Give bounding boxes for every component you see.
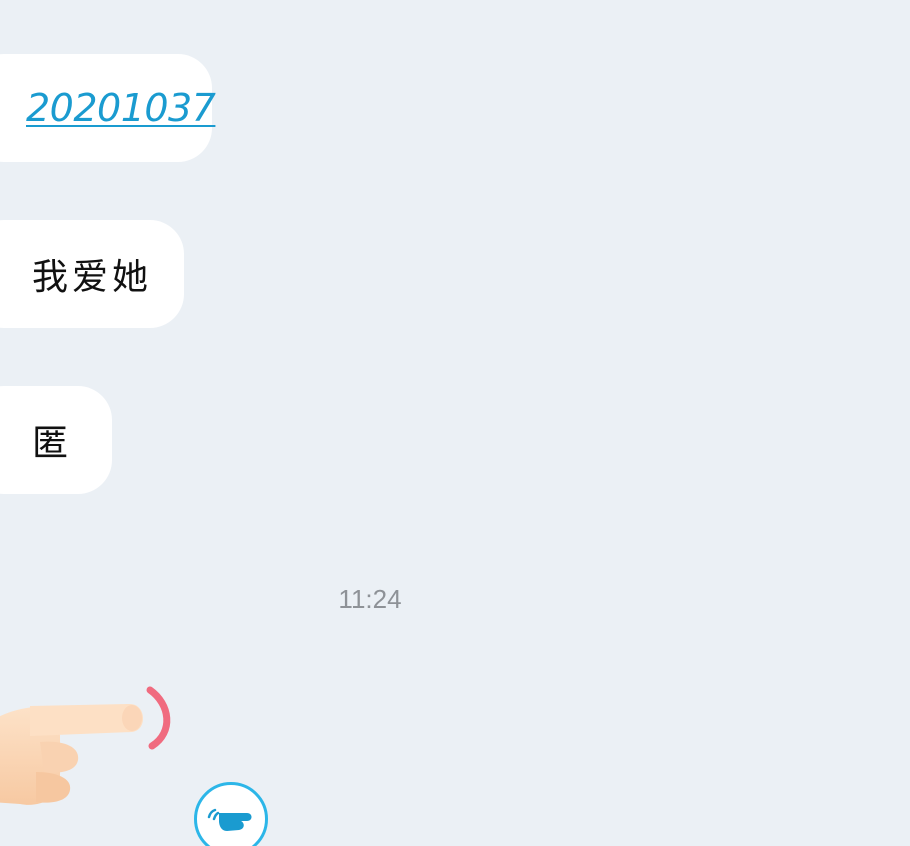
message-timestamp: 11:24 (338, 584, 402, 614)
message-text: 匿 (32, 423, 73, 464)
message-bubble[interactable]: 匿 (0, 386, 112, 494)
message-bubble[interactable]: 20201037 (0, 54, 216, 162)
pointing-hand-icon (0, 686, 171, 805)
chat-window: 20201037 我爱她 匿 11:24 (0, 0, 910, 846)
poke-hand-icon (207, 808, 252, 831)
poke-animation[interactable] (0, 680, 200, 820)
message-link[interactable]: 20201037 (26, 86, 216, 130)
message-bubble[interactable]: 我爱她 (0, 220, 184, 328)
poke-button[interactable] (194, 782, 268, 846)
message-text: 我爱她 (32, 257, 153, 298)
